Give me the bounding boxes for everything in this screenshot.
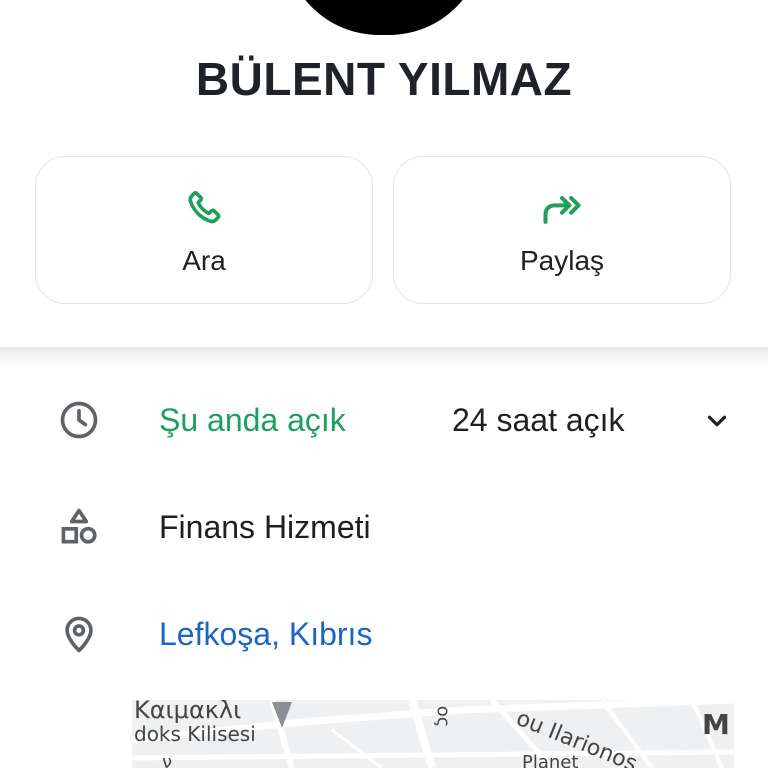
map-label-bottom2: Planet xyxy=(522,752,579,768)
hours-text: 24 saat açık xyxy=(452,402,625,438)
phone-icon xyxy=(188,191,221,224)
map-label-ios: ος xyxy=(432,705,454,728)
clock-icon xyxy=(60,401,98,439)
call-label: Ara xyxy=(182,245,226,276)
map-label-kilisesi: doks Kilisesi xyxy=(134,722,256,746)
share-button[interactable]: Paylaş xyxy=(393,156,731,304)
chevron-down-icon[interactable] xyxy=(702,406,732,436)
call-button[interactable]: Ara xyxy=(35,156,373,304)
share-forward-icon xyxy=(543,195,581,224)
open-status: Şu anda açık xyxy=(159,402,346,438)
category-text: Finans Hizmeti xyxy=(159,509,371,545)
location-pin-icon xyxy=(65,616,93,653)
section-divider xyxy=(0,347,768,367)
business-name: BÜLENT YILMAZ xyxy=(195,53,573,105)
avatar xyxy=(284,0,484,35)
location-row[interactable]: Lefkoşa, Kıbrıs xyxy=(0,604,768,664)
map-label-kaimakli: Καιμακλι xyxy=(134,700,242,724)
location-link[interactable]: Lefkoşa, Kıbrıs xyxy=(159,616,372,653)
map-label-bottom1: ν xyxy=(162,752,173,768)
shapes-icon xyxy=(61,508,97,544)
share-label: Paylaş xyxy=(519,245,605,276)
category-row: Finans Hizmeti xyxy=(0,497,768,557)
map-preview[interactable]: Καιμακλι doks Kilisesi ος ou Ilarionos M… xyxy=(132,700,734,768)
map-label-m: M xyxy=(702,708,730,741)
hours-row[interactable]: Şu anda açık 24 saat açık xyxy=(0,390,768,450)
